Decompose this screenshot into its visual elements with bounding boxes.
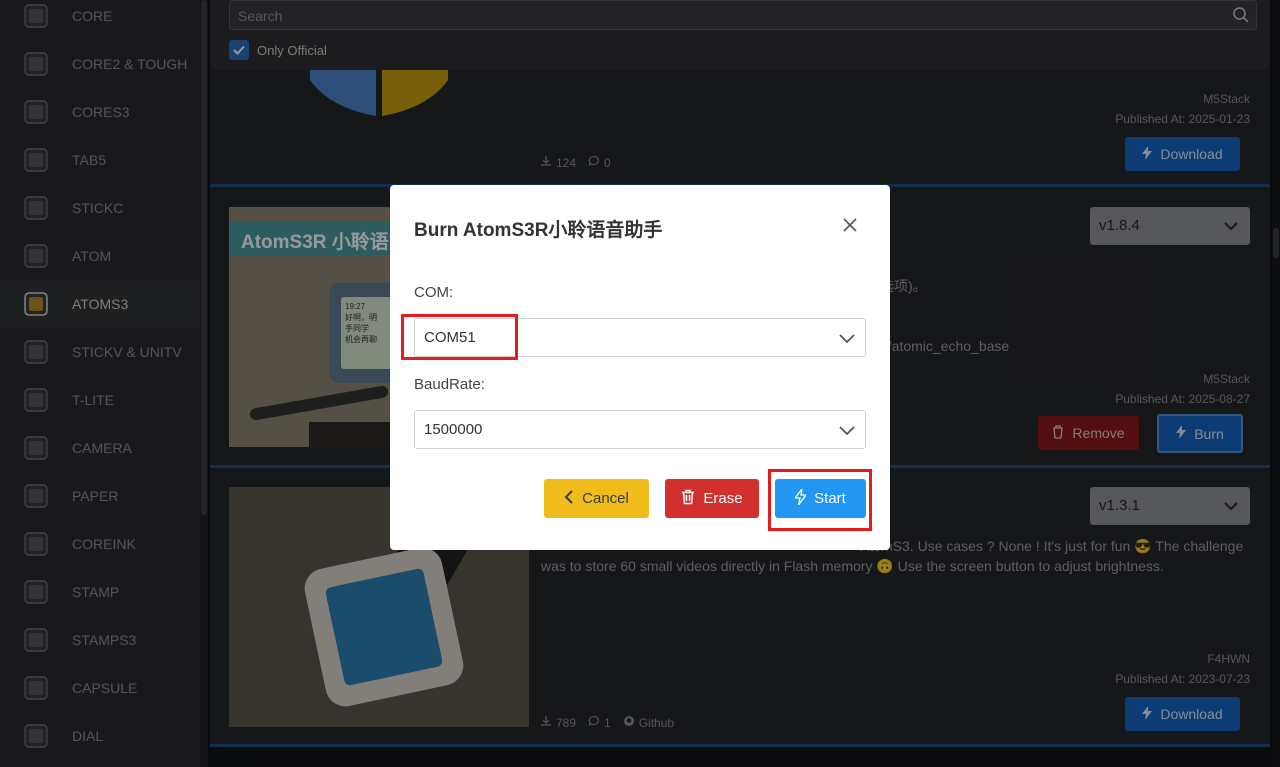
com-highlight-box [401,314,518,360]
erase-button[interactable]: Erase [665,479,759,518]
cancel-button-label: Cancel [582,490,629,507]
dialog-title: Burn AtomS3R小聆语音助手 [414,220,663,241]
trash-icon [681,489,695,509]
close-icon[interactable] [842,217,858,233]
com-label: COM: [414,284,454,301]
baudrate-label: BaudRate: [414,376,485,393]
baudrate-select-value: 1500000 [424,421,483,438]
cancel-button[interactable]: Cancel [544,479,649,518]
chevron-down-icon [839,423,855,442]
erase-button-label: Erase [703,490,743,507]
baudrate-select[interactable]: 1500000 [414,410,866,449]
chevron-left-icon [564,489,574,509]
start-highlight-box [768,469,872,531]
chevron-down-icon [839,331,855,350]
